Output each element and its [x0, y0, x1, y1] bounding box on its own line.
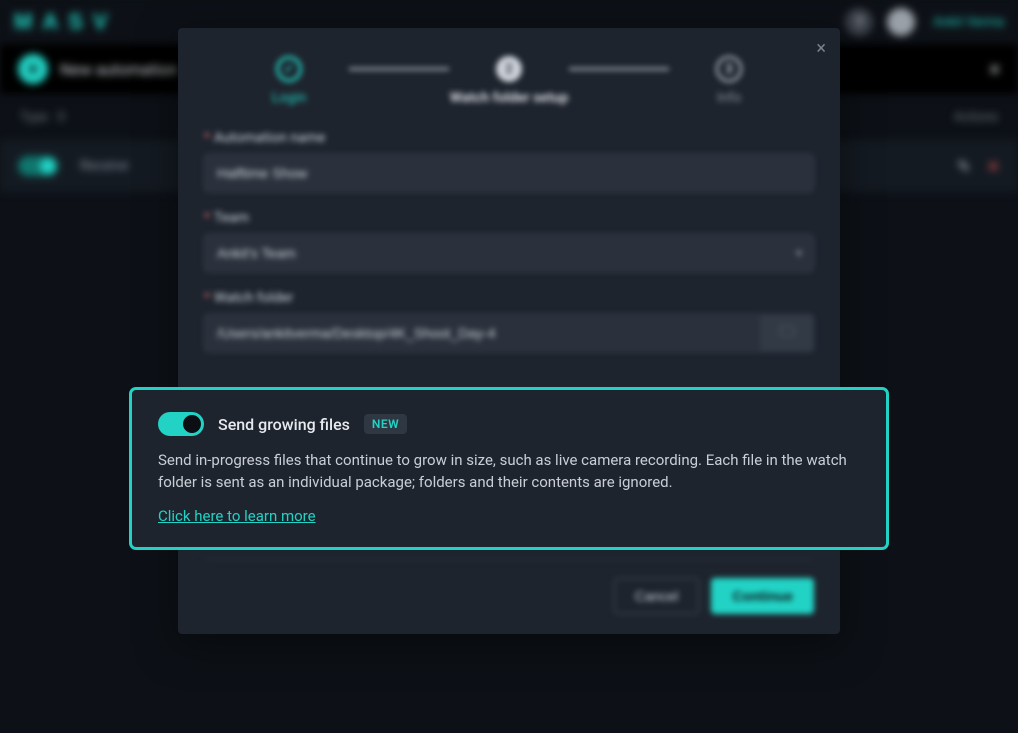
growing-files-title: Send growing files	[218, 415, 350, 434]
new-badge: NEW	[364, 414, 407, 434]
growing-files-description: Send in-progress files that continue to …	[158, 450, 860, 494]
step-watch-icon: 2	[496, 56, 522, 82]
growing-files-callout: Send growing files NEW Send in-progress …	[130, 388, 888, 549]
col-actions: Actions	[954, 110, 998, 125]
help-icon[interactable]: ?	[845, 8, 873, 36]
folder-label: Watch folder	[214, 290, 293, 306]
stepper: Login 2 Watch folder setup 3 Info	[204, 56, 814, 106]
browse-folder-button[interactable]: 🗀	[762, 314, 814, 352]
plus-icon[interactable]: +	[18, 54, 48, 84]
row-type-label: Receive	[80, 158, 128, 174]
page-title: New automation	[60, 60, 177, 79]
col-count: 0	[58, 110, 65, 125]
close-icon[interactable]: ×	[989, 57, 1000, 81]
learn-more-link[interactable]: Click here to learn more	[158, 507, 316, 525]
step-login-label: Login	[272, 90, 307, 106]
step-info-label: Info	[717, 90, 741, 106]
step-info-icon: 3	[716, 56, 742, 82]
step-login-icon	[276, 56, 302, 82]
modal-close-icon[interactable]: ×	[816, 38, 826, 59]
team-select[interactable]	[204, 234, 814, 272]
growing-files-toggle[interactable]	[158, 412, 204, 436]
row-toggle[interactable]	[18, 156, 58, 176]
delete-icon[interactable]: ✕	[987, 157, 1000, 176]
step-watch-label: Watch folder setup	[450, 90, 568, 106]
avatar[interactable]	[887, 8, 915, 36]
name-label: Automation name	[214, 130, 325, 146]
user-name[interactable]: Ankit Verma	[933, 15, 1004, 30]
continue-button[interactable]: Continue	[711, 578, 814, 614]
chevron-down-icon: ▾	[796, 246, 802, 260]
automation-name-input[interactable]	[204, 154, 814, 192]
cancel-button[interactable]: Cancel	[614, 578, 700, 614]
watch-folder-input[interactable]	[204, 314, 762, 352]
brand-logo: MASV	[14, 9, 118, 35]
edit-icon[interactable]: ✎	[957, 157, 970, 176]
col-type: Type	[20, 110, 48, 125]
team-label: Team	[214, 210, 249, 226]
